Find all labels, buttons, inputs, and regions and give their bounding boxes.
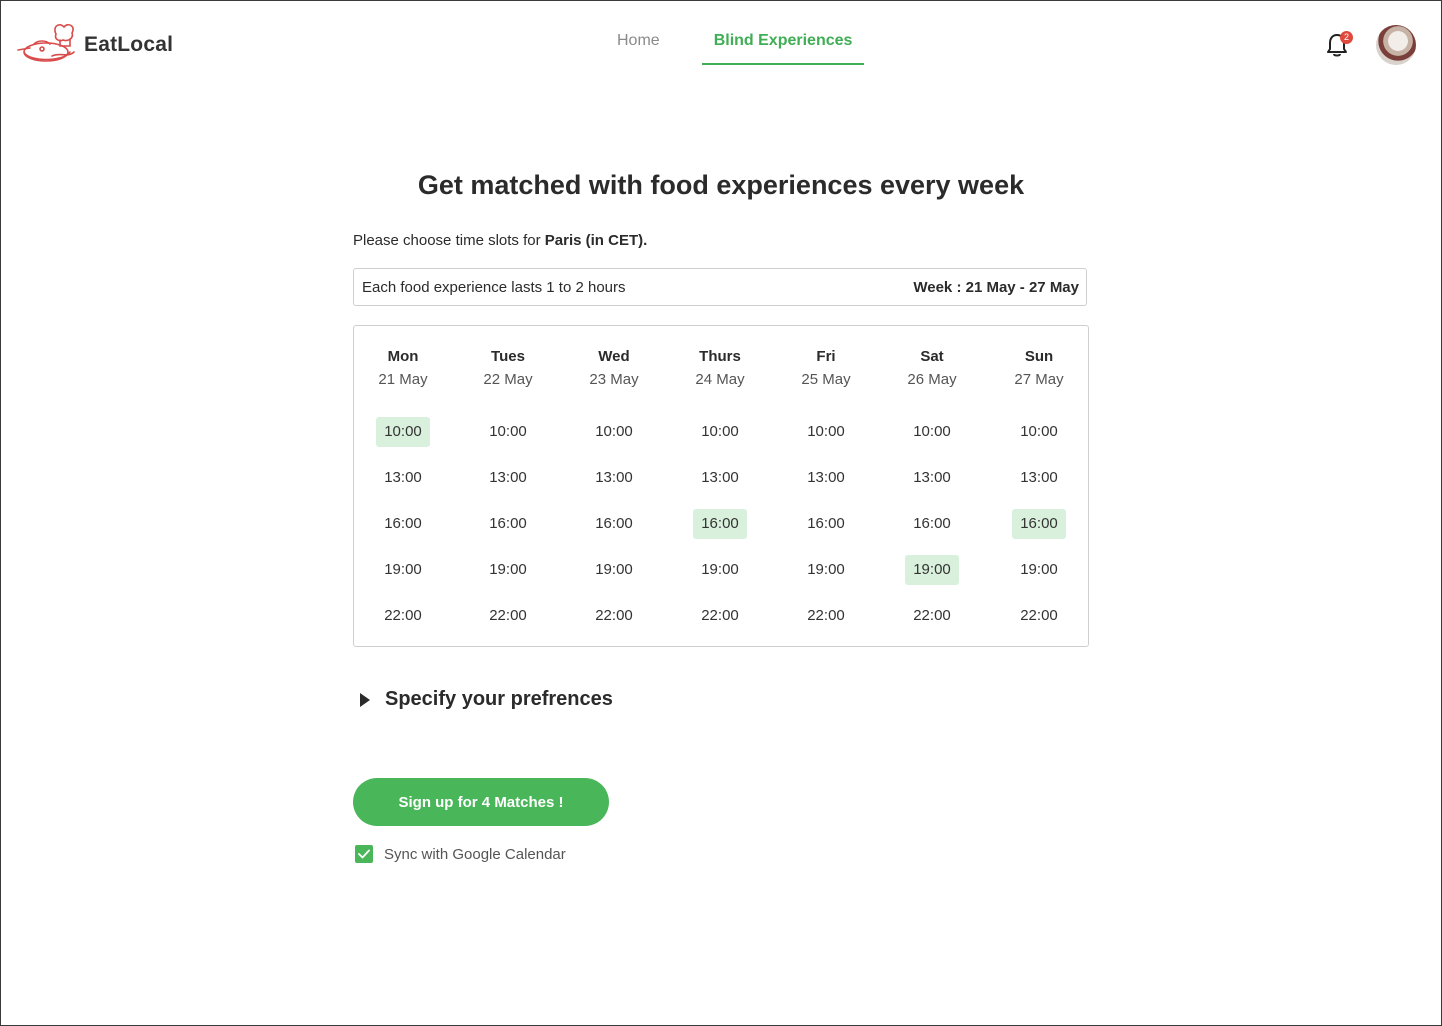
location-instruction: Please choose time slots for Paris (in C… — [353, 232, 647, 249]
preferences-label: Specify your prefrences — [385, 688, 613, 710]
week-label: Week : 21 May - 27 May — [913, 278, 1079, 296]
time-slot[interactable]: 10:00 — [481, 417, 535, 447]
day-column-thurs: Thurs 24 May 10:00 13:00 16:00 19:00 22:00 — [675, 326, 765, 624]
time-slot[interactable]: 13:00 — [905, 463, 959, 493]
day-date: 22 May — [483, 371, 533, 388]
nav-home[interactable]: Home — [600, 30, 672, 62]
time-slot[interactable]: 10:00 — [587, 417, 641, 447]
app-logo[interactable]: EatLocal — [16, 22, 173, 68]
time-slot[interactable]: 16:00 — [376, 509, 430, 539]
notification-badge: 2 — [1340, 31, 1353, 44]
day-column-fri: Fri 25 May 10:00 13:00 16:00 19:00 22:00 — [781, 326, 871, 624]
day-column-sat: Sat 26 May 10:00 13:00 16:00 19:00 22:00 — [887, 326, 977, 624]
sync-checkbox[interactable] — [355, 845, 373, 863]
time-slot[interactable]: 10:00 — [799, 417, 853, 447]
duration-info: Each food experience lasts 1 to 2 hours — [362, 278, 626, 296]
time-slot[interactable]: 10:00 — [905, 417, 959, 447]
time-slot[interactable]: 13:00 — [481, 463, 535, 493]
time-slot[interactable]: 19:00 — [905, 555, 959, 585]
day-name: Thurs — [699, 348, 741, 365]
time-slot[interactable]: 13:00 — [376, 463, 430, 493]
time-slot[interactable]: 16:00 — [799, 509, 853, 539]
time-slot-calendar: Mon 21 May 10:00 13:00 16:00 19:00 22:00 Tues 22… — [353, 325, 1089, 647]
time-slot[interactable]: 22:00 — [481, 601, 535, 631]
time-slot[interactable]: 13:00 — [799, 463, 853, 493]
time-slot[interactable]: 16:00 — [693, 509, 747, 539]
time-slot[interactable]: 22:00 — [376, 601, 430, 631]
time-slot[interactable]: 19:00 — [376, 555, 430, 585]
time-slot[interactable]: 19:00 — [587, 555, 641, 585]
day-date: 25 May — [801, 371, 851, 388]
time-slot[interactable]: 19:00 — [693, 555, 747, 585]
caret-right-icon — [360, 692, 370, 707]
day-date: 21 May — [378, 371, 428, 388]
day-date: 26 May — [907, 371, 957, 388]
time-slot[interactable]: 10:00 — [693, 417, 747, 447]
time-slot[interactable]: 16:00 — [1012, 509, 1066, 539]
check-icon — [358, 849, 370, 859]
preferences-toggle[interactable]: Specify your prefrences — [360, 688, 613, 711]
day-column-wed: Wed 23 May 10:00 13:00 16:00 19:00 22:00 — [569, 326, 659, 624]
time-slot[interactable]: 13:00 — [693, 463, 747, 493]
avatar[interactable] — [1376, 25, 1416, 65]
day-column-sun: Sun 27 May 10:00 13:00 16:00 19:00 22:00 — [994, 326, 1084, 624]
sync-label: Sync with Google Calendar — [384, 845, 566, 863]
day-date: 24 May — [695, 371, 745, 388]
day-name: Mon — [387, 348, 419, 365]
time-slot[interactable]: 10:00 — [376, 417, 430, 447]
day-name: Wed — [598, 348, 630, 365]
info-bar: Each food experience lasts 1 to 2 hours … — [353, 268, 1087, 306]
time-slot[interactable]: 19:00 — [1012, 555, 1066, 585]
time-slot[interactable]: 22:00 — [905, 601, 959, 631]
time-slot[interactable]: 13:00 — [587, 463, 641, 493]
nav-blind-experiences[interactable]: Blind Experiences — [701, 30, 865, 65]
day-name: Tues — [491, 348, 525, 365]
time-slot[interactable]: 16:00 — [905, 509, 959, 539]
instruction-text: Please choose time slots for — [353, 232, 545, 249]
day-name: Fri — [816, 348, 836, 365]
day-name: Sun — [1024, 348, 1054, 365]
day-date: 27 May — [1014, 371, 1064, 388]
time-slot[interactable]: 22:00 — [693, 601, 747, 631]
time-slot[interactable]: 16:00 — [481, 509, 535, 539]
time-slot[interactable]: 19:00 — [481, 555, 535, 585]
app-name: EatLocal — [84, 33, 174, 56]
day-column-tues: Tues 22 May 10:00 13:00 16:00 19:00 22:00 — [463, 326, 553, 624]
google-calendar-sync[interactable]: Sync with Google Calendar — [355, 845, 566, 863]
time-slot[interactable]: 22:00 — [587, 601, 641, 631]
signup-button[interactable]: Sign up for 4 Matches ! — [353, 778, 609, 826]
location-name: Paris (in CET). — [544, 232, 648, 249]
time-slot[interactable]: 22:00 — [799, 601, 853, 631]
time-slot[interactable]: 13:00 — [1012, 463, 1066, 493]
main-nav: Home Blind Experiences — [600, 30, 865, 65]
page-title: Get matched with food experiences every … — [417, 170, 1025, 200]
time-slot[interactable]: 19:00 — [799, 555, 853, 585]
chef-logo-icon — [17, 24, 75, 62]
time-slot[interactable]: 16:00 — [587, 509, 641, 539]
day-date: 23 May — [589, 371, 639, 388]
time-slot[interactable]: 10:00 — [1012, 417, 1066, 447]
time-slot[interactable]: 22:00 — [1012, 601, 1066, 631]
day-column-mon: Mon 21 May 10:00 13:00 16:00 19:00 22:00 — [358, 326, 448, 624]
day-name: Sat — [920, 348, 944, 365]
